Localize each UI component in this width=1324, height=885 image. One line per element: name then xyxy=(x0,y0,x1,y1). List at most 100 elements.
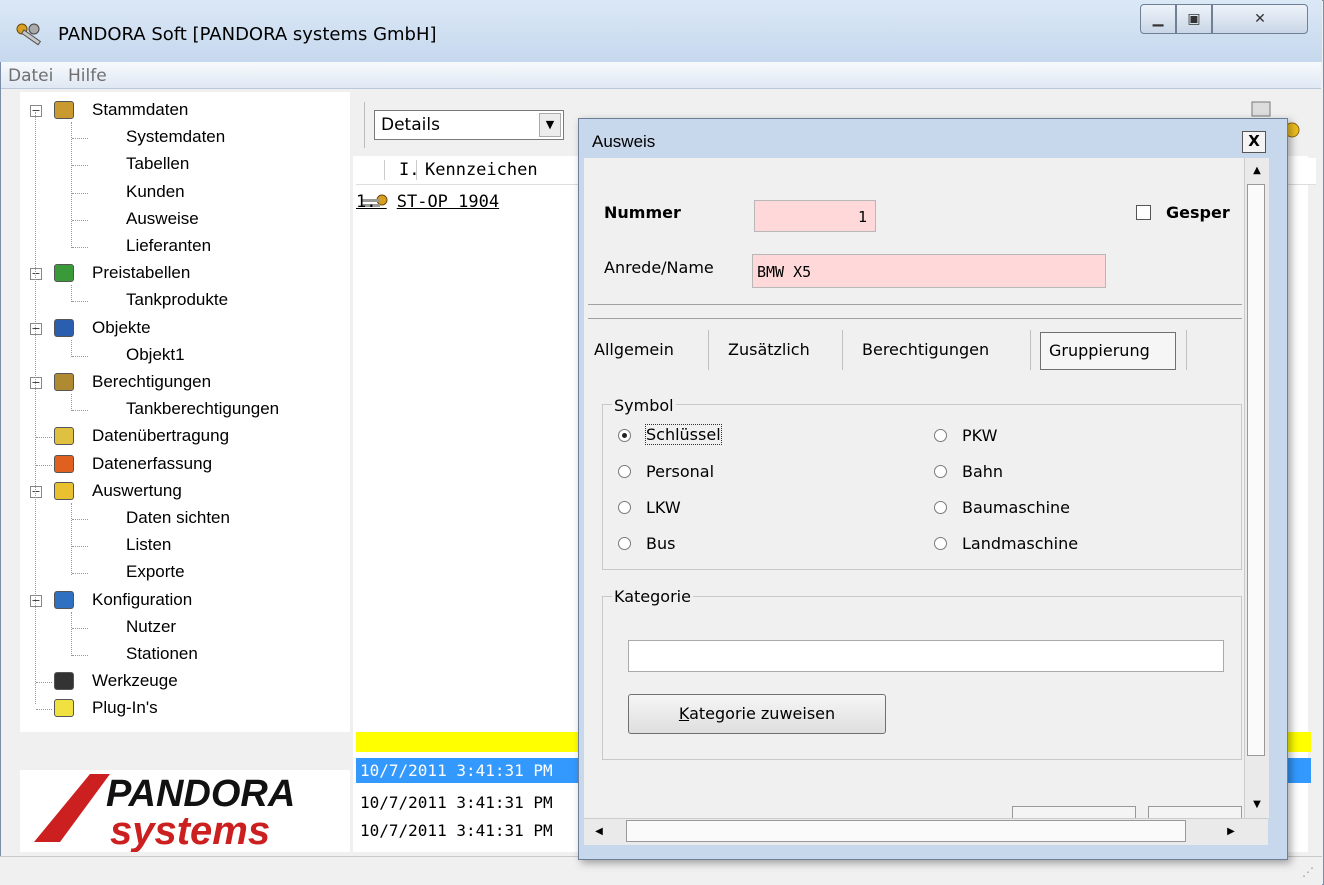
kategorie-zuweisen-button[interactable]: Kategorie zuweisen xyxy=(628,694,886,734)
tree-item-daten-sichten[interactable]: Daten sichten xyxy=(126,508,230,528)
radio-bahn[interactable] xyxy=(934,465,947,478)
tree-item-tankberechtigungen[interactable]: Tankberechtigungen xyxy=(126,399,279,419)
tree-item-tankprodukte[interactable]: Tankprodukte xyxy=(126,290,228,310)
radio-bahn-label[interactable]: Bahn xyxy=(962,462,1003,481)
symbol-group-label: Symbol xyxy=(612,396,676,415)
scroll-left-icon[interactable]: ◀ xyxy=(588,821,610,843)
logo-line2: systems xyxy=(110,809,270,852)
radio-personal-label[interactable]: Personal xyxy=(646,462,714,481)
tree-expander[interactable]: − xyxy=(30,268,42,280)
radio-pkw[interactable] xyxy=(934,429,947,442)
nummer-field[interactable]: 1 xyxy=(754,200,876,232)
minimize-icon: ▁ xyxy=(1152,11,1164,27)
status-bar: ⋰ xyxy=(0,856,1322,885)
tree-connector xyxy=(72,573,88,574)
radio-landmaschine-label[interactable]: Landmaschine xyxy=(962,534,1078,553)
radio-baumaschine-label[interactable]: Baumaschine xyxy=(962,498,1070,517)
tab-gruppierung-label: Gruppierung xyxy=(1049,341,1150,360)
tree-item-konfiguration[interactable]: Konfiguration xyxy=(92,590,192,610)
tab-allgemein[interactable]: Allgemein xyxy=(594,340,674,359)
tree-expander[interactable]: − xyxy=(30,105,42,117)
tree-item-werkzeuge[interactable]: Werkzeuge xyxy=(92,671,178,691)
radio-pkw-label[interactable]: PKW xyxy=(962,426,997,445)
tree-item-tabellen[interactable]: Tabellen xyxy=(126,154,189,174)
building-icon xyxy=(54,319,74,337)
resize-grip-icon[interactable]: ⋰ xyxy=(1302,865,1314,879)
chart-icon xyxy=(54,482,74,500)
radio-lkw-label[interactable]: LKW xyxy=(646,498,681,517)
column-index[interactable]: I. xyxy=(384,160,419,180)
tree-item-systemdaten[interactable]: Systemdaten xyxy=(126,127,225,147)
menu-bar xyxy=(1,62,1321,89)
menu-datei[interactable]: Datei xyxy=(8,66,53,86)
tree-item-plug-in-s[interactable]: Plug-In's xyxy=(92,698,158,718)
tree-expander[interactable]: − xyxy=(30,377,42,389)
keys-app-icon xyxy=(16,23,42,46)
tree-connector xyxy=(72,138,88,139)
tab-zusatzlich[interactable]: Zusätzlich xyxy=(728,340,810,359)
tab-berechtigungen[interactable]: Berechtigungen xyxy=(862,340,989,359)
tab-separator xyxy=(1186,330,1187,370)
column-kennzeichen[interactable]: Kennzeichen xyxy=(416,160,538,180)
radio-lkw[interactable] xyxy=(618,501,631,514)
floppy-icon xyxy=(54,672,74,690)
close-button[interactable]: ✕ xyxy=(1212,4,1308,34)
radio-bus[interactable] xyxy=(618,537,631,550)
gesperrt-label: Gesper xyxy=(1166,203,1230,222)
radio-personal[interactable] xyxy=(618,465,631,478)
radio-schluessel[interactable] xyxy=(618,429,631,442)
tree-connector xyxy=(72,410,88,411)
tree-item-ausweise[interactable]: Ausweise xyxy=(126,209,199,229)
tree-item-datenübertragung[interactable]: Datenübertragung xyxy=(92,426,229,446)
radio-baumaschine[interactable] xyxy=(934,501,947,514)
tab-gruppierung[interactable]: Gruppierung xyxy=(1040,332,1176,370)
tree-item-preistabellen[interactable]: Preistabellen xyxy=(92,263,190,283)
tree-item-stammdaten[interactable]: Stammdaten xyxy=(92,100,188,120)
tree-item-listen[interactable]: Listen xyxy=(126,535,171,555)
radio-landmaschine[interactable] xyxy=(934,537,947,550)
pencil-icon xyxy=(54,455,74,473)
tree-item-stationen[interactable]: Stationen xyxy=(126,644,198,664)
kategorie-input[interactable] xyxy=(628,640,1224,672)
tree-item-objekte[interactable]: Objekte xyxy=(92,318,151,338)
tree-item-nutzer[interactable]: Nutzer xyxy=(126,617,176,637)
kategorie-group xyxy=(602,596,1242,760)
horizontal-scroll-thumb[interactable] xyxy=(626,820,1186,842)
tree-item-objekt1[interactable]: Objekt1 xyxy=(126,345,185,365)
radio-bus-label[interactable]: Bus xyxy=(646,534,675,553)
tree-item-exporte[interactable]: Exporte xyxy=(126,562,185,582)
view-select[interactable]: Details ▼ xyxy=(374,110,564,140)
tree-item-lieferanten[interactable]: Lieferanten xyxy=(126,236,211,256)
scroll-right-icon[interactable]: ▶ xyxy=(1220,821,1242,843)
tree-connector xyxy=(36,437,52,438)
tree-item-auswertung[interactable]: Auswertung xyxy=(92,481,182,501)
tree-item-datenerfassung[interactable]: Datenerfassung xyxy=(92,454,212,474)
tab-separator xyxy=(842,330,843,370)
chevron-down-icon[interactable]: ▼ xyxy=(539,113,561,137)
list-row[interactable]: 1. ST-OP 1904 xyxy=(356,192,499,212)
menu-hilfe[interactable]: Hilfe xyxy=(68,66,107,86)
row-index[interactable]: 1. xyxy=(356,192,376,212)
close-icon: ✕ xyxy=(1254,11,1266,27)
maximize-button[interactable]: ▣ xyxy=(1176,4,1212,34)
tree-connector xyxy=(72,519,88,520)
row-kennzeichen[interactable]: ST-OP 1904 xyxy=(397,192,499,212)
dialog-close-button[interactable]: X xyxy=(1242,131,1266,153)
tree-connector xyxy=(36,709,52,710)
name-field[interactable]: BMW X5 xyxy=(752,254,1106,288)
tree-expander[interactable]: − xyxy=(30,486,42,498)
divider xyxy=(588,304,1242,305)
scroll-down-icon[interactable]: ▼ xyxy=(1246,794,1268,816)
tree-expander[interactable]: − xyxy=(30,323,42,335)
gesperrt-checkbox[interactable] xyxy=(1136,205,1151,220)
tree-connector xyxy=(72,165,88,166)
tree-item-kunden[interactable]: Kunden xyxy=(126,182,185,202)
tree-connector xyxy=(71,340,72,357)
vertical-scroll-thumb[interactable] xyxy=(1247,184,1265,756)
minimize-button[interactable]: ▁ xyxy=(1140,4,1176,34)
tree-item-berechtigungen[interactable]: Berechtigungen xyxy=(92,372,211,392)
radio-schluessel-label[interactable]: Schlüssel xyxy=(645,424,722,445)
scroll-up-icon[interactable]: ▲ xyxy=(1246,160,1268,182)
tree-connector xyxy=(71,122,72,248)
tree-expander[interactable]: − xyxy=(30,595,42,607)
